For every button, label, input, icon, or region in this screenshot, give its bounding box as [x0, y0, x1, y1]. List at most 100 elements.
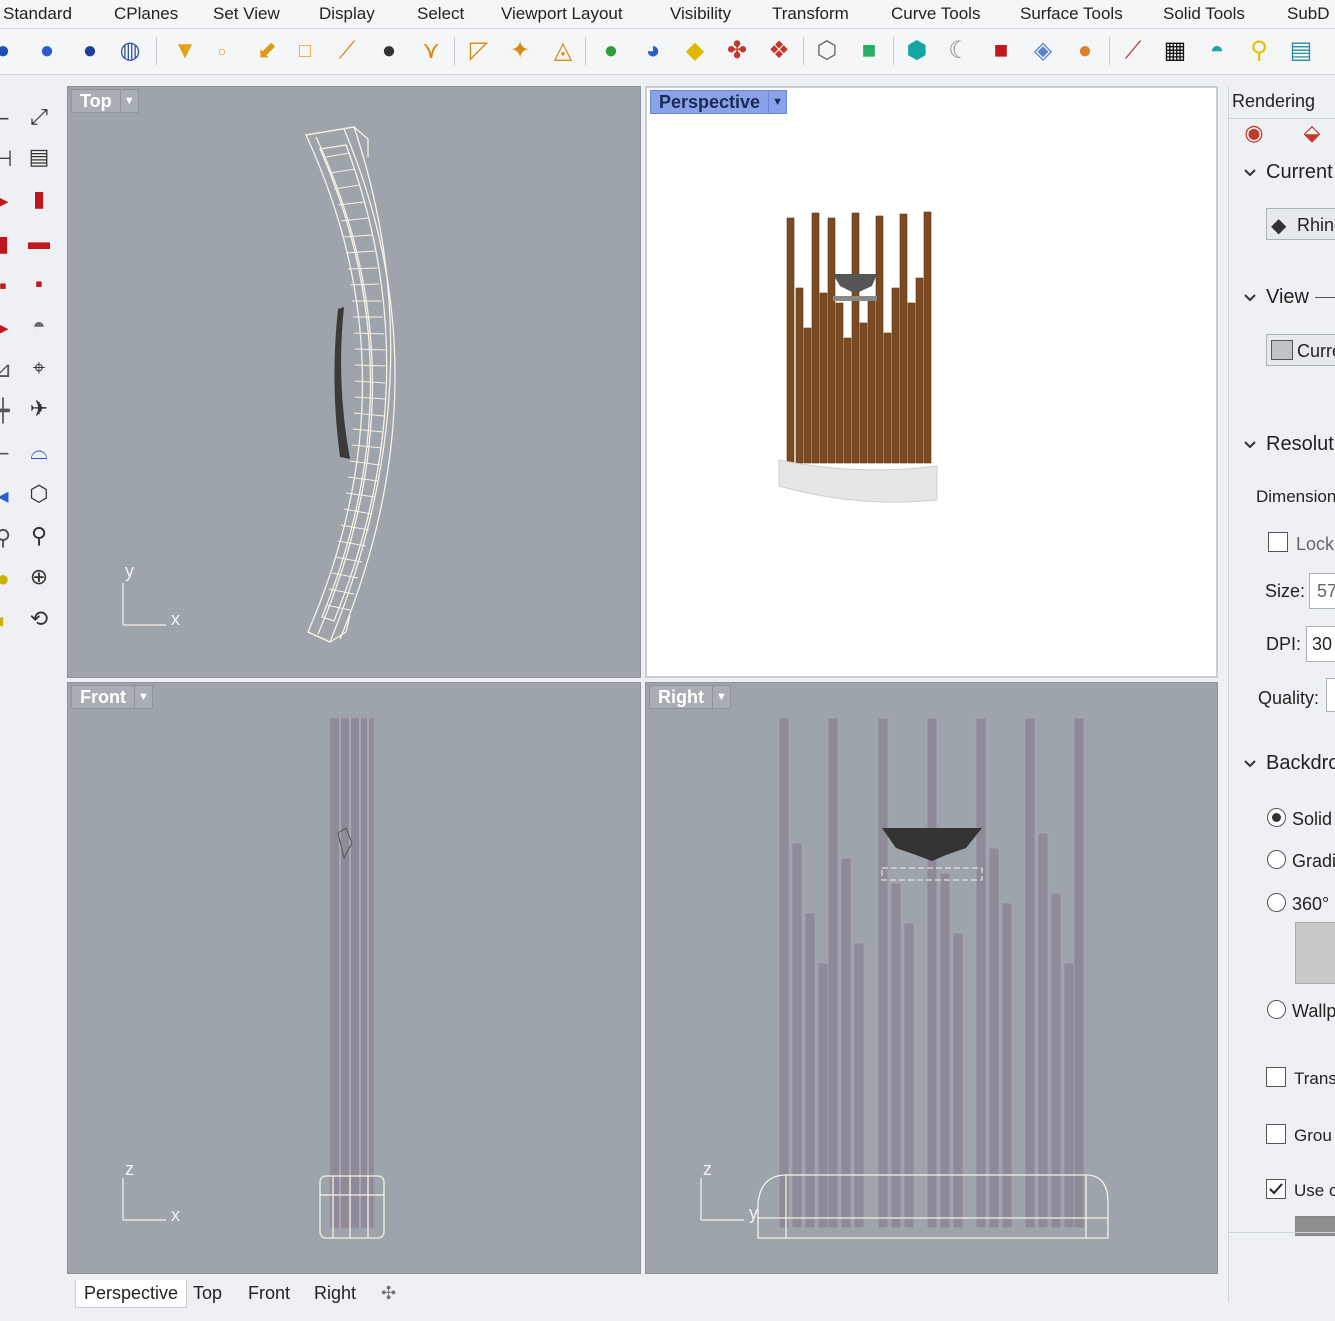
tab-visibility[interactable]: Visibility [670, 4, 731, 24]
section-backdrop[interactable]: Backdro [1266, 752, 1335, 775]
cube-icon[interactable]: ⬡ [22, 477, 56, 511]
sphere-save-icon[interactable]: ◍ [113, 34, 147, 68]
tab-transform[interactable]: Transform [772, 4, 849, 24]
section-view[interactable]: View [1266, 286, 1309, 309]
environment-icon[interactable]: ◕ [636, 34, 670, 68]
viewport-label-right[interactable]: Right ▼ [649, 685, 731, 709]
add-viewport-icon[interactable]: ✣ [373, 1280, 404, 1308]
moon-icon[interactable]: ☾ [942, 34, 976, 68]
section-resolution[interactable]: Resoluti [1266, 433, 1335, 456]
render-settings-icon[interactable]: ⬙ [1295, 116, 1329, 150]
grid-surface-icon[interactable]: ▤ [1284, 34, 1318, 68]
section-current[interactable]: Current [1266, 161, 1333, 184]
viewport-tab-right[interactable]: Right [306, 1280, 364, 1308]
render-window-icon[interactable]: ■ [984, 34, 1018, 68]
box-icon[interactable]: ⬢ [900, 34, 934, 68]
dome-icon[interactable]: ◓ [1200, 34, 1234, 68]
quality-dropdown[interactable] [1326, 678, 1335, 712]
tab-cplanes[interactable]: CPlanes [114, 4, 178, 24]
linear-light-icon[interactable]: ⟋ [330, 34, 364, 68]
viewport-tab-perspective[interactable]: Perspective [75, 1280, 188, 1308]
viewport-front[interactable]: Front ▼ z x [67, 682, 641, 1274]
decal-icon[interactable]: ❖ [762, 34, 796, 68]
radio-wallpaper[interactable] [1267, 1000, 1286, 1019]
shoe-icon[interactable]: ⌓ [22, 435, 56, 469]
texture-mapping-icon[interactable]: ✤ [720, 34, 754, 68]
viewport-tab-top[interactable]: Top [185, 1280, 230, 1308]
partial-tool-icon[interactable]: ◂ [0, 479, 20, 513]
sphere-icon[interactable]: ● [0, 34, 20, 68]
car-icon[interactable]: ▬ [22, 225, 56, 259]
light-target-icon[interactable]: ◬ [546, 34, 580, 68]
viewport-label-front[interactable]: Front ▼ [71, 685, 153, 709]
light-edit-icon[interactable]: ⋎ [414, 34, 448, 68]
partial-tool-icon[interactable]: ▸ [0, 311, 20, 345]
chevron-down-icon[interactable] [1243, 757, 1257, 771]
tab-select[interactable]: Select [417, 4, 464, 24]
search-light-icon[interactable]: ⚲ [1242, 34, 1276, 68]
shaded-sphere-icon[interactable]: ● [30, 34, 64, 68]
viewport-perspective[interactable]: Perspective ▼ [645, 86, 1218, 678]
light-move-icon[interactable]: ◸ [462, 34, 496, 68]
texture-ball-icon[interactable]: ● [1068, 34, 1102, 68]
partial-tool-icon[interactable]: ⌐ [0, 102, 20, 136]
light-rotate-icon[interactable]: ✦ [503, 34, 537, 68]
directional-light-icon[interactable]: ⬋ [250, 34, 284, 68]
tab-curve-tools[interactable]: Curve Tools [891, 4, 980, 24]
sphere-grid-icon[interactable]: ◓ [22, 309, 56, 343]
renderer-dropdown[interactable]: ◆ Rhino [1266, 208, 1335, 240]
transparent-checkbox[interactable] [1266, 1067, 1286, 1087]
spotlight-icon[interactable]: ▼ [168, 34, 202, 68]
use-checkbox[interactable] [1266, 1179, 1286, 1199]
partial-tool-icon[interactable]: ⊣ [0, 142, 20, 176]
chevron-down-icon[interactable]: ▼ [133, 686, 152, 708]
tab-display[interactable]: Display [319, 4, 375, 24]
tab-set-view[interactable]: Set View [213, 4, 280, 24]
partial-tool-icon[interactable]: ▪ [0, 269, 20, 303]
sun-icon[interactable]: ◆ [678, 34, 712, 68]
viewport-right[interactable]: Right ▼ z y [645, 682, 1218, 1274]
color-cube-icon[interactable]: ■ [852, 34, 886, 68]
sphere-light-icon[interactable]: ● [73, 34, 107, 68]
radio-solid[interactable] [1267, 808, 1286, 827]
chevron-down-icon[interactable]: ▼ [711, 686, 730, 708]
tab-solid-tools[interactable]: Solid Tools [1163, 4, 1245, 24]
tab-surface-tools[interactable]: Surface Tools [1020, 4, 1123, 24]
partial-tool-icon[interactable]: ⌐ [0, 437, 20, 471]
view-dropdown[interactable]: Curre [1266, 334, 1335, 366]
partial-tool-icon[interactable]: ◐ [0, 604, 20, 638]
partial-tool-icon[interactable]: ▸ [0, 184, 20, 218]
point-light-icon[interactable]: ○ [205, 34, 239, 68]
zoom-window-icon[interactable]: ⚲ [22, 519, 56, 553]
partial-tool-icon[interactable]: ⊿ [0, 353, 20, 387]
size-field[interactable]: 57 [1309, 573, 1335, 609]
ground-plane-icon[interactable]: ⬡ [810, 34, 844, 68]
viewport-label-perspective[interactable]: Perspective ▼ [650, 90, 788, 114]
ground-checkbox[interactable] [1266, 1124, 1286, 1144]
tab-viewport-layout[interactable]: Viewport Layout [501, 4, 623, 24]
viewport-top[interactable]: Top ▼ y x [67, 86, 641, 678]
pipette-icon[interactable]: ⟋ [1116, 34, 1150, 68]
glass-cube-icon[interactable]: ◈ [1026, 34, 1060, 68]
ground-color-swatch[interactable] [1295, 1216, 1335, 1236]
partial-tool-icon[interactable]: ┿ [0, 394, 20, 428]
lock-checkbox[interactable] [1268, 532, 1288, 552]
car-front-icon[interactable]: ▪ [22, 267, 56, 301]
viewport-label-top[interactable]: Top ▼ [71, 89, 139, 113]
tab-subd[interactable]: SubD [1287, 4, 1330, 24]
tab-standard[interactable]: Standard [3, 4, 72, 24]
chevron-down-icon[interactable]: ▼ [768, 91, 786, 113]
scale-icon[interactable]: ⤢ [22, 100, 56, 134]
chevron-down-icon[interactable] [1243, 166, 1257, 180]
backdrop-color-swatch[interactable] [1295, 922, 1335, 984]
checker-icon[interactable]: ▦ [1158, 34, 1192, 68]
light-bomb-icon[interactable]: ● [372, 34, 406, 68]
radio-360[interactable] [1267, 893, 1286, 912]
rotate-view-icon[interactable]: ⟲ [22, 602, 56, 636]
material-icon[interactable]: ● [594, 34, 628, 68]
dpi-field[interactable]: 30 [1306, 626, 1335, 662]
plane-icon[interactable]: ✈ [22, 392, 56, 426]
partial-tool-icon[interactable]: ▮ [0, 227, 20, 261]
color-wheel-icon[interactable]: ◉ [1237, 116, 1271, 150]
chevron-down-icon[interactable] [1243, 291, 1257, 305]
